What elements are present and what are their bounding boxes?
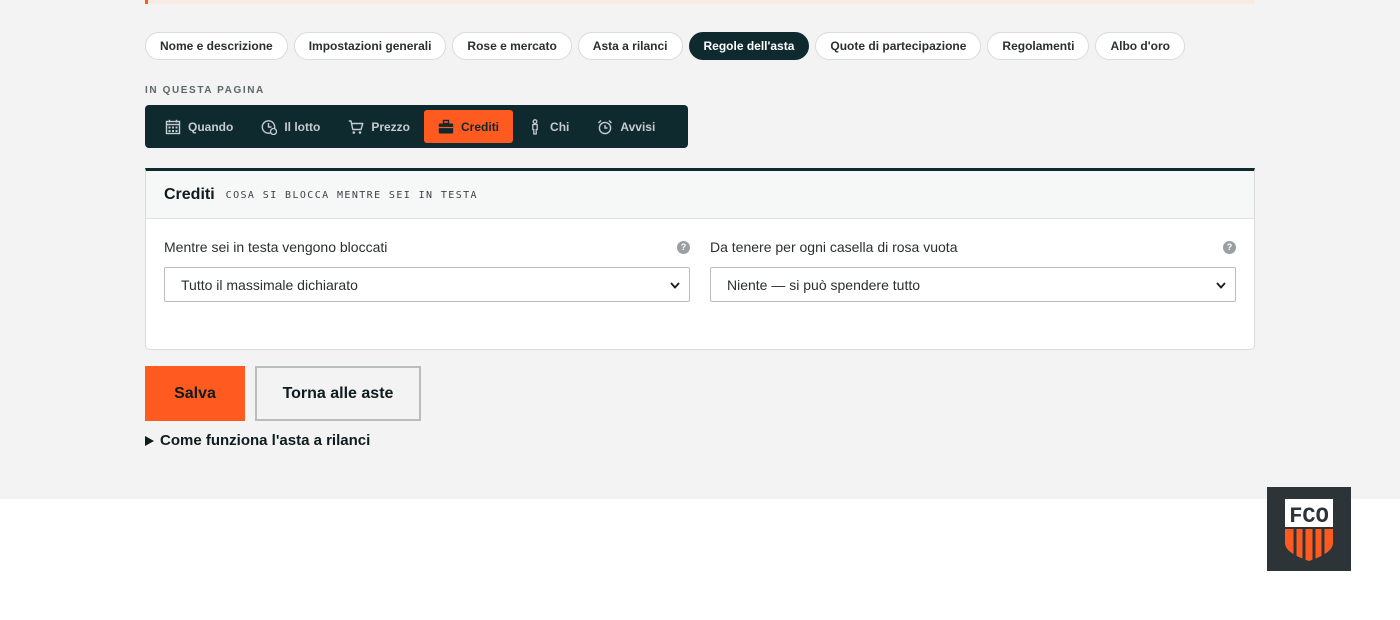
alarm-icon [598,119,613,134]
help-icon[interactable]: ? [677,240,690,254]
field-label-text: Da tenere per ogni casella di rosa vuota [710,239,958,255]
briefcase-icon [438,119,454,133]
logo-text: FCO [1289,504,1329,529]
field-empty-slot-reserve: Da tenere per ogni casella di rosa vuota… [710,238,1236,302]
select-value: Tutto il massimale dichiarato [181,276,358,293]
page-nav-label: IN QUESTA PAGINA [145,85,265,96]
fco-logo: FCO [1267,487,1351,571]
select-value: Niente — si può spendere tutto [727,276,921,293]
calendar-icon [165,119,181,134]
clock-pie-icon [261,119,278,135]
how-it-works-disclosure[interactable]: Come funziona l'asta a rilanci [145,432,370,449]
page-nav-label-prezzo: Prezzo [371,119,411,134]
page-nav-crediti[interactable]: Crediti [424,110,514,143]
field-blocked-credits: Mentre sei in testa vengono bloccati ? T… [164,238,690,302]
page-nav-label-quando: Quando [188,119,234,134]
field-label: Da tenere per ogni casella di rosa vuota… [710,238,1236,256]
chevron-down-icon [1216,281,1226,289]
disclosure-label: Come funziona l'asta a rilanci [160,432,371,449]
empty-slot-reserve-select[interactable]: Niente — si può spendere tutto [710,267,1236,302]
page-nav-prezzo[interactable]: Prezzo [334,110,424,143]
field-label-text: Mentre sei in testa vengono bloccati [164,239,388,255]
disclosure-triangle-icon [145,435,154,446]
tab-regolamenti[interactable]: Regolamenti [987,32,1090,60]
field-label: Mentre sei in testa vengono bloccati ? [164,238,690,256]
panel-title: Crediti [164,185,215,203]
top-border [145,0,1255,4]
tab-rose-e-mercato[interactable]: Rose e mercato [452,32,572,60]
page-nav-label-il-lotto: Il lotto [284,119,321,134]
tab-albo-d-oro[interactable]: Albo d'oro [1095,32,1185,60]
panel-subtitle: COSA SI BLOCCA MENTRE SEI IN TESTA [225,190,478,201]
person-icon [532,118,538,135]
back-to-auctions-button[interactable]: Torna alle aste [255,366,421,421]
tab-regole-dell-asta[interactable]: Regole dell'asta [688,32,810,60]
page-nav-label-chi: Chi [550,119,570,134]
page-nav-avvisi[interactable]: Avvisi [583,110,669,143]
page-nav-quando[interactable]: Quando [151,110,247,143]
settings-tabs: Nome e descrizione Impostazioni generali… [145,32,1185,60]
crediti-panel: Crediti COSA SI BLOCCA MENTRE SEI IN TES… [145,168,1255,350]
top-border-accent [145,0,148,4]
page-nav: Quando Il lotto Prezzo Crediti Chi Avvis… [145,105,688,148]
tab-nome-e-descrizione[interactable]: Nome e descrizione [145,32,288,60]
fco-logo-graphic: FCO [1285,499,1333,563]
page-nav-chi[interactable]: Chi [513,110,583,143]
help-icon[interactable]: ? [1223,240,1236,254]
panel-header: Crediti COSA SI BLOCCA MENTRE SEI IN TES… [146,171,1254,219]
page-nav-label-crediti: Crediti [461,119,500,134]
tab-asta-a-rilanci[interactable]: Asta a rilanci [577,32,683,60]
chevron-down-icon [670,281,680,289]
blocked-credits-select[interactable]: Tutto il massimale dichiarato [164,267,690,302]
page-nav-il-lotto[interactable]: Il lotto [247,110,334,143]
save-button[interactable]: Salva [145,366,245,421]
page-nav-label-avvisi: Avvisi [620,119,656,134]
tab-impostazioni-generali[interactable]: Impostazioni generali [293,32,447,60]
cart-icon [349,119,364,134]
tab-quote-di-partecipazione[interactable]: Quote di partecipazione [815,32,982,60]
